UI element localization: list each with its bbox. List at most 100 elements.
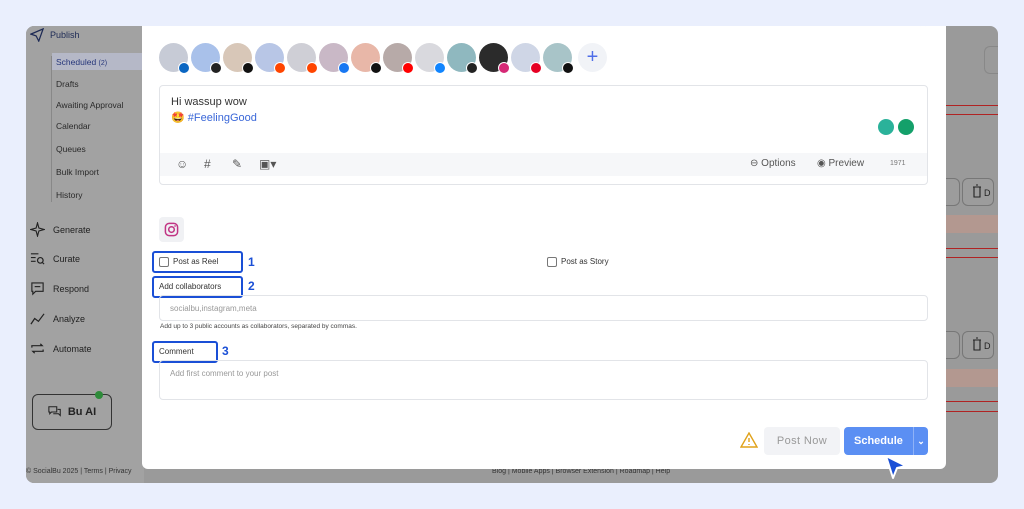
youtube-icon xyxy=(402,62,414,74)
options-button[interactable]: ⊖ Options xyxy=(750,158,796,169)
account-avatar[interactable] xyxy=(447,43,478,74)
app-window: Publish Scheduled (2) Drafts Awaiting Ap… xyxy=(26,26,998,483)
sidebar: Publish Scheduled (2) Drafts Awaiting Ap… xyxy=(26,26,144,483)
add-account-button[interactable]: + xyxy=(578,43,607,72)
divider xyxy=(942,114,998,115)
first-comment-input[interactable]: Add first comment to your post xyxy=(159,360,928,400)
svg-text:D: D xyxy=(984,341,991,351)
emoji-icon[interactable]: ☺ xyxy=(176,158,189,171)
x-icon xyxy=(242,62,254,74)
character-count: 1971 xyxy=(890,160,906,167)
divider xyxy=(51,56,52,202)
sidebar-item-calendar[interactable]: Calendar xyxy=(56,121,91,131)
sidebar-item-generate[interactable]: Generate xyxy=(30,222,91,237)
chevron-down-icon[interactable]: ⌄ xyxy=(913,427,928,455)
account-avatar[interactable] xyxy=(191,43,222,74)
annotation-number-3: 3 xyxy=(222,344,229,358)
reddit-icon xyxy=(274,62,286,74)
sidebar-item-respond[interactable]: Respond xyxy=(30,281,89,296)
chart-line-icon xyxy=(30,313,45,325)
facebook-icon xyxy=(338,62,350,74)
sidebar-item-awaiting-approval[interactable]: Awaiting Approval xyxy=(56,100,123,110)
instagram-tab[interactable] xyxy=(159,217,184,242)
account-avatar[interactable] xyxy=(543,43,574,74)
post-text[interactable]: Hi wassup wow xyxy=(171,96,247,108)
annotation-number-2: 2 xyxy=(248,279,255,293)
account-avatar[interactable] xyxy=(159,43,190,74)
post-hashtag[interactable]: 🤩 #FeelingGood xyxy=(171,111,257,124)
divider xyxy=(942,105,998,106)
account-avatar[interactable] xyxy=(255,43,286,74)
reddit-icon xyxy=(306,62,318,74)
trash-icon: D xyxy=(973,184,991,198)
magic-wand-icon[interactable]: ✎ xyxy=(232,158,245,171)
sidebar-item-bulk-import[interactable]: Bulk Import xyxy=(56,167,99,177)
sidebar-item-scheduled[interactable]: Scheduled (2) xyxy=(52,53,144,70)
pinterest-icon xyxy=(530,62,542,74)
delete-button: D xyxy=(962,331,994,359)
chat-icon xyxy=(31,282,44,296)
collaborators-hint: Add up to 3 public accounts as collabora… xyxy=(160,323,357,330)
post-composer-modal: ✕ + Hi wassup wow 🤩 #FeelingGood ☺ # ✎ ▣… xyxy=(142,26,946,479)
send-icon xyxy=(30,28,44,42)
sidebar-item-publish[interactable]: Publish xyxy=(30,27,80,43)
account-avatar[interactable] xyxy=(319,43,350,74)
sidebar-item-automate[interactable]: Automate xyxy=(30,341,92,356)
account-avatar[interactable] xyxy=(383,43,414,74)
hashtag-icon[interactable]: # xyxy=(204,158,217,171)
post-as-story-checkbox[interactable]: Post as Story xyxy=(547,257,609,267)
divider xyxy=(942,411,998,412)
preview-button[interactable]: ◉ Preview xyxy=(817,158,864,169)
svg-text:D: D xyxy=(984,188,991,198)
account-avatar[interactable] xyxy=(287,43,318,74)
x-icon xyxy=(562,62,574,74)
annotation-number-1: 1 xyxy=(248,255,255,269)
close-icon[interactable]: ✕ xyxy=(918,26,928,30)
footer-links[interactable]: © SocialBu 2025 | Terms | Privacy xyxy=(26,468,132,475)
sidebar-item-drafts[interactable]: Drafts xyxy=(56,79,79,89)
account-avatar[interactable] xyxy=(511,43,542,74)
media-icon[interactable]: ▣▾ xyxy=(259,158,283,171)
linkedin-icon xyxy=(178,62,190,74)
sidebar-item-curate[interactable]: Curate xyxy=(30,251,80,266)
editor-toolbar: ☺ # ✎ ▣▾ ⊖ Options ◉ Preview 1971 xyxy=(160,153,927,176)
schedule-button[interactable]: Schedule ⌄ xyxy=(844,427,928,455)
sidebar-item-history[interactable]: History xyxy=(56,190,82,200)
search-list-icon xyxy=(30,253,45,265)
instagram-icon xyxy=(164,222,179,237)
checkbox-icon xyxy=(547,257,557,267)
post-now-button[interactable]: Post Now xyxy=(764,427,840,455)
trash-icon: D xyxy=(973,337,991,351)
threads-icon xyxy=(466,62,478,74)
collaborators-input[interactable]: socialbu,instagram,meta xyxy=(159,295,928,321)
account-avatar[interactable] xyxy=(415,43,446,74)
account-selector: + xyxy=(159,43,607,74)
sparkle-icon xyxy=(30,222,45,237)
dimmed-band xyxy=(942,369,998,387)
page-footer-links[interactable]: Blog | Mobile Apps | Browser Extension |… xyxy=(492,468,670,475)
threads-icon xyxy=(210,62,222,74)
tiktok-icon xyxy=(370,62,382,74)
mouse-cursor-icon xyxy=(885,455,907,479)
sidebar-item-label: Publish xyxy=(50,30,80,40)
repeat-icon xyxy=(31,343,44,354)
annotation-box-1 xyxy=(152,251,243,273)
dimmed-control xyxy=(984,46,998,74)
dimmed-button xyxy=(944,178,960,206)
grammarly-icon[interactable] xyxy=(898,119,914,135)
dimmed-band xyxy=(942,215,998,233)
account-avatar[interactable] xyxy=(223,43,254,74)
warning-icon[interactable] xyxy=(740,432,758,448)
online-indicator xyxy=(95,391,103,399)
sidebar-item-analyze[interactable]: Analyze xyxy=(30,311,85,326)
bluesky-icon xyxy=(434,62,446,74)
divider xyxy=(942,257,998,258)
account-avatar[interactable] xyxy=(351,43,382,74)
sidebar-item-queues[interactable]: Queues xyxy=(56,144,86,154)
post-editor[interactable]: Hi wassup wow 🤩 #FeelingGood ☺ # ✎ ▣▾ ⊖ … xyxy=(159,85,928,185)
account-avatar[interactable] xyxy=(479,43,510,74)
emoji-face: 🤩 xyxy=(171,112,185,124)
delete-button: D xyxy=(962,178,994,206)
bu-ai-button[interactable]: Bu AI xyxy=(32,391,112,430)
location-icon[interactable] xyxy=(878,119,894,135)
